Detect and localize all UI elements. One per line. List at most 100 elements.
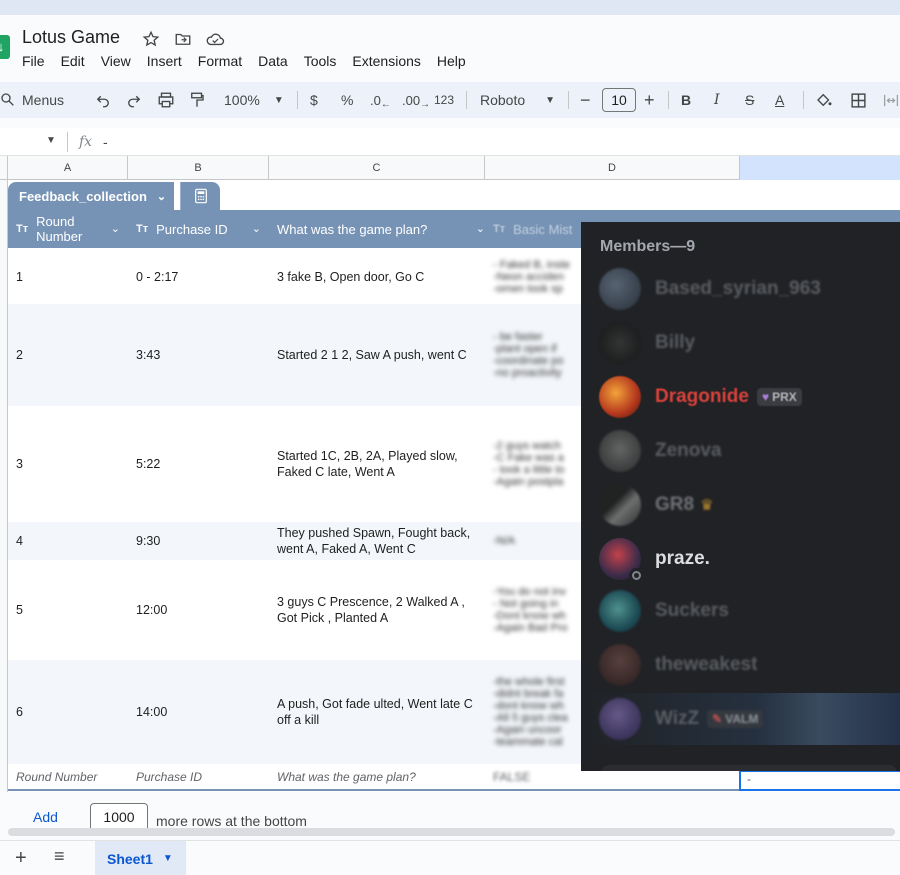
toolbar-divider [466, 91, 467, 109]
cell-round-number[interactable]: 1 [16, 250, 128, 304]
increase-decimal-button[interactable]: .00 → [402, 82, 430, 118]
footer-purchase-id[interactable]: Purchase ID [136, 764, 269, 789]
header-round-number[interactable]: Tт Round Number ⌄ [16, 210, 128, 248]
font-select[interactable]: Roboto ▼ [480, 82, 555, 118]
font-size-decrease-button[interactable]: − [580, 82, 591, 118]
member-item[interactable]: Zenova [599, 428, 899, 474]
column-header-a[interactable]: A [8, 156, 128, 180]
cell-basic-mistakes[interactable]: -You do not inv - Not going in -Dont kno… [493, 560, 589, 660]
member-item[interactable]: Based_syrian_963 [599, 266, 899, 312]
cell-purchase-id[interactable]: 14:00 [136, 660, 269, 764]
currency-format-button[interactable]: $ [310, 82, 318, 118]
header-game-plan[interactable]: What was the game plan? ⌄ [277, 210, 493, 248]
cell-round-number[interactable]: 6 [16, 660, 128, 764]
all-sheets-menu-icon[interactable]: ≡ [54, 846, 65, 867]
chevron-down-icon[interactable]: ⌄ [252, 222, 261, 235]
chevron-down-icon[interactable]: ⌄ [476, 222, 485, 235]
paint-format-icon[interactable] [188, 82, 206, 118]
member-item[interactable]: WizZ ✎ VALM [599, 696, 899, 742]
merge-cells-icon[interactable] [882, 82, 900, 118]
cell-basic-mistakes[interactable]: -N/A [493, 522, 589, 560]
member-item[interactable]: Dragonide ♥ PRX [599, 374, 899, 420]
cell-game-plan[interactable]: 3 guys C Prescence, 2 Walked A , Got Pic… [277, 560, 483, 660]
menu-tools[interactable]: Tools [304, 53, 345, 69]
cloud-saved-icon[interactable] [205, 29, 225, 49]
fill-color-icon[interactable] [815, 82, 833, 118]
select-all-corner[interactable] [0, 156, 8, 180]
menu-help[interactable]: Help [437, 53, 474, 69]
cell-basic-mistakes[interactable]: -the whole first -didnt break fa -dont k… [493, 660, 589, 764]
cell-round-number[interactable]: 5 [16, 560, 128, 660]
print-icon[interactable] [157, 82, 175, 118]
cell-purchase-id[interactable]: 3:43 [136, 304, 269, 406]
italic-button[interactable]: I [714, 82, 720, 118]
decrease-decimal-button[interactable]: .0 ← [370, 82, 391, 118]
cell-basic-mistakes[interactable]: - Faked B, inste -Neon acciden -omen too… [493, 250, 589, 304]
column-header-e-selected[interactable] [740, 156, 900, 180]
cell-purchase-id[interactable]: 9:30 [136, 522, 269, 560]
cell-purchase-id[interactable]: 12:00 [136, 560, 269, 660]
cell-purchase-id[interactable]: 0 - 2:17 [136, 250, 269, 304]
member-item[interactable]: praze. [599, 536, 899, 583]
menu-file[interactable]: File [22, 53, 53, 69]
add-rows-count-input[interactable]: 1000 [90, 803, 148, 831]
cell-round-number[interactable]: 4 [16, 522, 128, 560]
sheet-tab-active[interactable]: Sheet1 ▼ [95, 841, 186, 875]
text-color-button[interactable]: A [775, 82, 784, 118]
column-header-c[interactable]: C [269, 156, 485, 180]
cell-game-plan[interactable]: Started 1C, 2B, 2A, Played slow, Faked C… [277, 406, 477, 522]
footer-game-plan[interactable]: What was the game plan? [277, 764, 489, 789]
cell-round-number[interactable]: 2 [16, 304, 128, 406]
menu-insert[interactable]: Insert [147, 53, 190, 69]
percent-format-button[interactable]: % [341, 82, 353, 118]
font-size-field[interactable]: 10 [602, 82, 636, 118]
footer-basic-mistakes[interactable]: FALSE [493, 764, 589, 789]
member-item[interactable]: GR8 ♛ [599, 482, 899, 528]
star-icon[interactable] [141, 29, 161, 49]
zoom-select[interactable]: 100% ▼ [224, 82, 284, 118]
cell-game-plan[interactable]: A push, Got fade ulted, Went late C off … [277, 660, 483, 764]
menu-extensions[interactable]: Extensions [352, 53, 428, 69]
header-purchase-id[interactable]: Tт Purchase ID ⌄ [136, 210, 269, 248]
cell-basic-mistakes[interactable]: - be faster -plant open if -coordinate p… [493, 304, 589, 406]
name-box-chevron-icon[interactable]: ▼ [46, 135, 56, 146]
sheets-logo-icon[interactable]: ↓ [0, 35, 10, 59]
column-header-d[interactable]: D [485, 156, 740, 180]
column-header-b[interactable]: B [128, 156, 269, 180]
table-calculator-button[interactable] [180, 182, 220, 210]
table-name-chip[interactable]: Feedback_collection ⌄ [8, 182, 175, 210]
document-title[interactable]: Lotus Game [22, 27, 120, 48]
redo-icon[interactable] [125, 82, 143, 118]
header-basic-mistakes[interactable]: Tт Basic Mist [493, 210, 593, 248]
menu-edit[interactable]: Edit [61, 53, 93, 69]
number-format-button[interactable]: 123 [434, 82, 454, 118]
search-icon [1, 93, 14, 106]
member-item[interactable]: Suckers [599, 588, 899, 634]
cell-game-plan[interactable]: They pushed Spawn, Fought back, went A, … [277, 522, 477, 560]
horizontal-scrollbar[interactable] [8, 828, 895, 836]
font-size-increase-button[interactable]: + [644, 82, 655, 118]
menu-data[interactable]: Data [258, 53, 296, 69]
chevron-down-icon[interactable]: ▼ [163, 853, 173, 864]
menu-format[interactable]: Format [198, 53, 250, 69]
cell-basic-mistakes[interactable]: -2 guys watch -C Fake was a - took a lit… [493, 406, 589, 522]
move-folder-icon[interactable] [173, 29, 193, 49]
cell-game-plan[interactable]: Started 2 1 2, Saw A push, went C [277, 304, 489, 406]
formula-input[interactable]: - [103, 134, 108, 150]
footer-round-number[interactable]: Round Number [16, 764, 128, 789]
cell-round-number[interactable]: 3 [16, 406, 128, 522]
bold-button[interactable]: B [681, 82, 691, 118]
add-sheet-icon[interactable]: + [15, 847, 27, 870]
member-item[interactable]: theweakest [599, 642, 899, 688]
chevron-down-icon[interactable]: ⌄ [111, 222, 120, 235]
strikethrough-button[interactable]: S [745, 82, 754, 118]
menus-search-button[interactable]: Menus [0, 82, 64, 118]
add-rows-button[interactable]: Add [33, 809, 58, 825]
member-item[interactable]: Billy [599, 320, 899, 366]
cell-purchase-id[interactable]: 5:22 [136, 406, 269, 522]
menu-view[interactable]: View [101, 53, 139, 69]
selected-cell[interactable]: - [739, 770, 900, 791]
cell-game-plan[interactable]: 3 fake B, Open door, Go C [277, 250, 489, 304]
undo-icon[interactable] [94, 82, 112, 118]
borders-icon[interactable] [850, 82, 867, 118]
